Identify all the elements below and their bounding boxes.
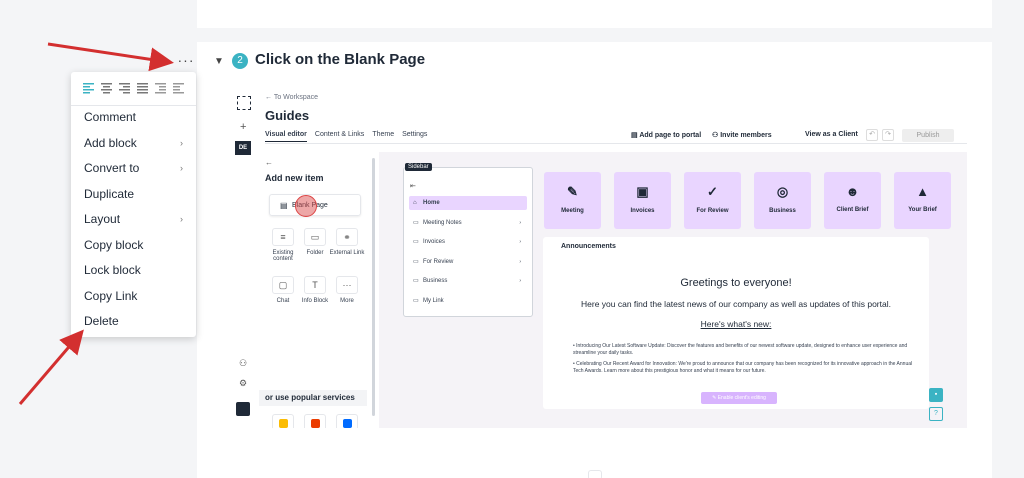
arrow-to-delete bbox=[18, 329, 84, 405]
arrow-to-menu-button bbox=[47, 42, 174, 72]
annotation-arrows bbox=[18, 42, 174, 405]
